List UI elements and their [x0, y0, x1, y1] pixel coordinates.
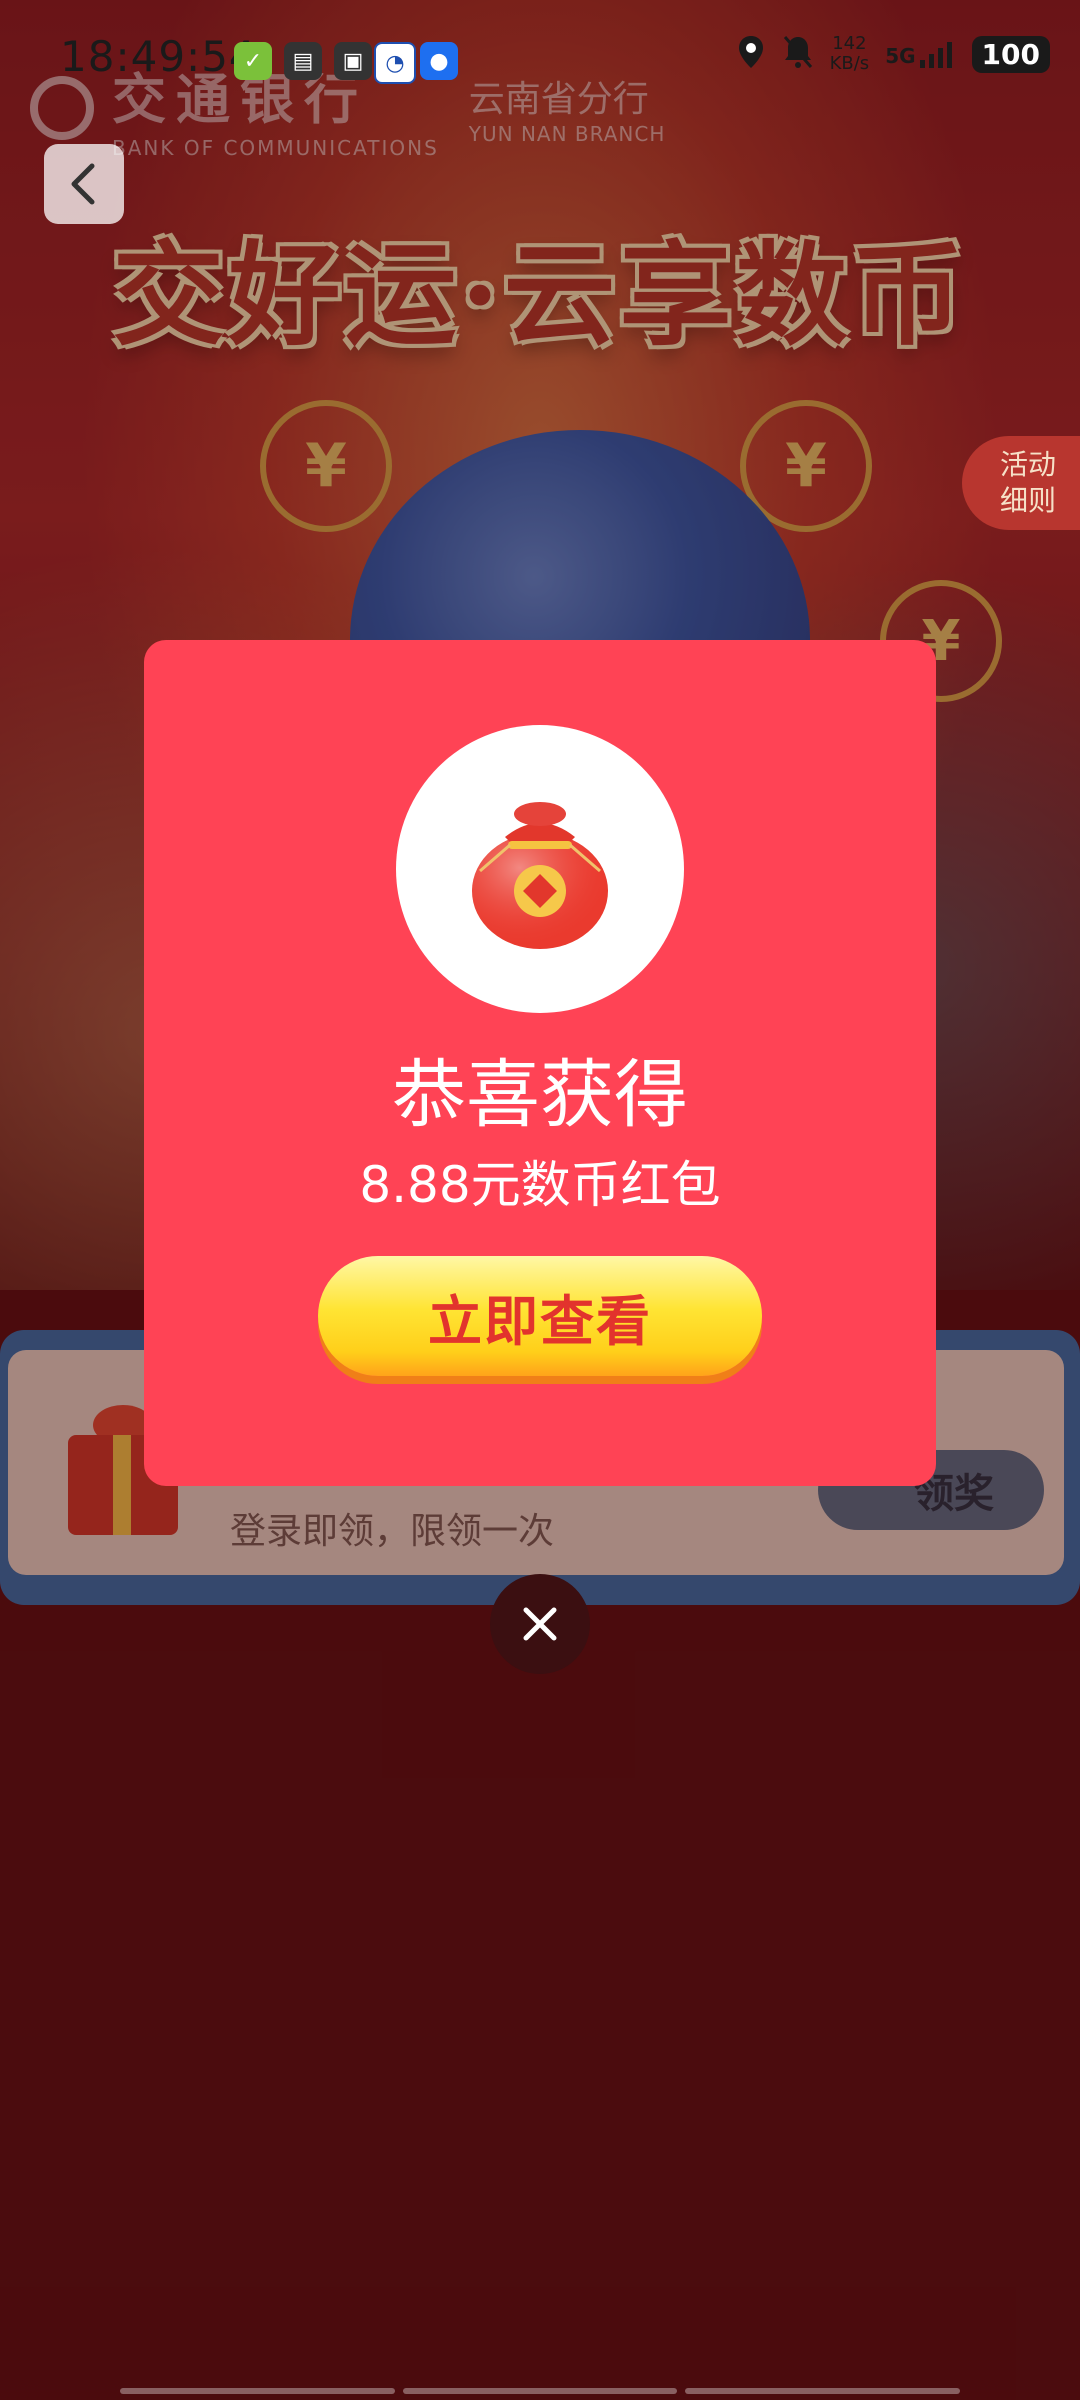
close-modal-button[interactable] — [490, 1574, 590, 1674]
battery-indicator: 100 — [971, 35, 1050, 73]
modal-title: 恭喜获得 — [392, 1052, 688, 1138]
nav-segment — [685, 2388, 961, 2394]
reward-icon-circle — [396, 725, 684, 1013]
signal-bars-icon — [919, 42, 952, 68]
gesture-navigation-bar — [120, 2388, 961, 2396]
signal-type: 5G — [885, 44, 916, 68]
status-right: 142 KB/s 5G 100 — [736, 34, 1050, 74]
wechat-notification-icon: ✓ — [234, 42, 272, 80]
view-now-button[interactable]: 立即查看 — [318, 1256, 762, 1376]
status-bar: 18:49:54 ✓ ▤ ▣ ◔ ● 142 KB/s 5G 100 — [0, 20, 1080, 90]
gallery-notification-icon: ▣ — [334, 42, 372, 80]
close-icon — [523, 1607, 557, 1641]
status-time: 18:49:54 — [60, 32, 257, 81]
back-button[interactable] — [44, 144, 124, 224]
reward-modal: 恭喜获得 8.88元数币红包 立即查看 — [144, 640, 936, 1486]
mute-bell-icon — [782, 34, 814, 74]
nav-segment — [120, 2388, 395, 2394]
activity-rules-button[interactable]: 活动 细则 — [962, 436, 1080, 530]
nav-segment — [402, 2388, 678, 2394]
network-speed: 142 KB/s — [829, 33, 870, 74]
browser-notification-icon: ● — [420, 42, 458, 80]
page: ¥ ¥ ¥ 交好运·云享数币 交通银行 BANK OF COMMUNICATIO… — [0, 0, 1080, 2400]
bank-app-notification-icon: ◔ — [374, 42, 416, 84]
location-icon — [736, 34, 766, 74]
chevron-left-icon — [71, 163, 95, 205]
signal-indicator: 5G — [885, 40, 955, 68]
app-notification-icon: ▤ — [284, 42, 322, 80]
reward-amount-text: 8.88元数币红包 — [359, 1156, 721, 1214]
lucky-bag-icon — [472, 802, 608, 949]
